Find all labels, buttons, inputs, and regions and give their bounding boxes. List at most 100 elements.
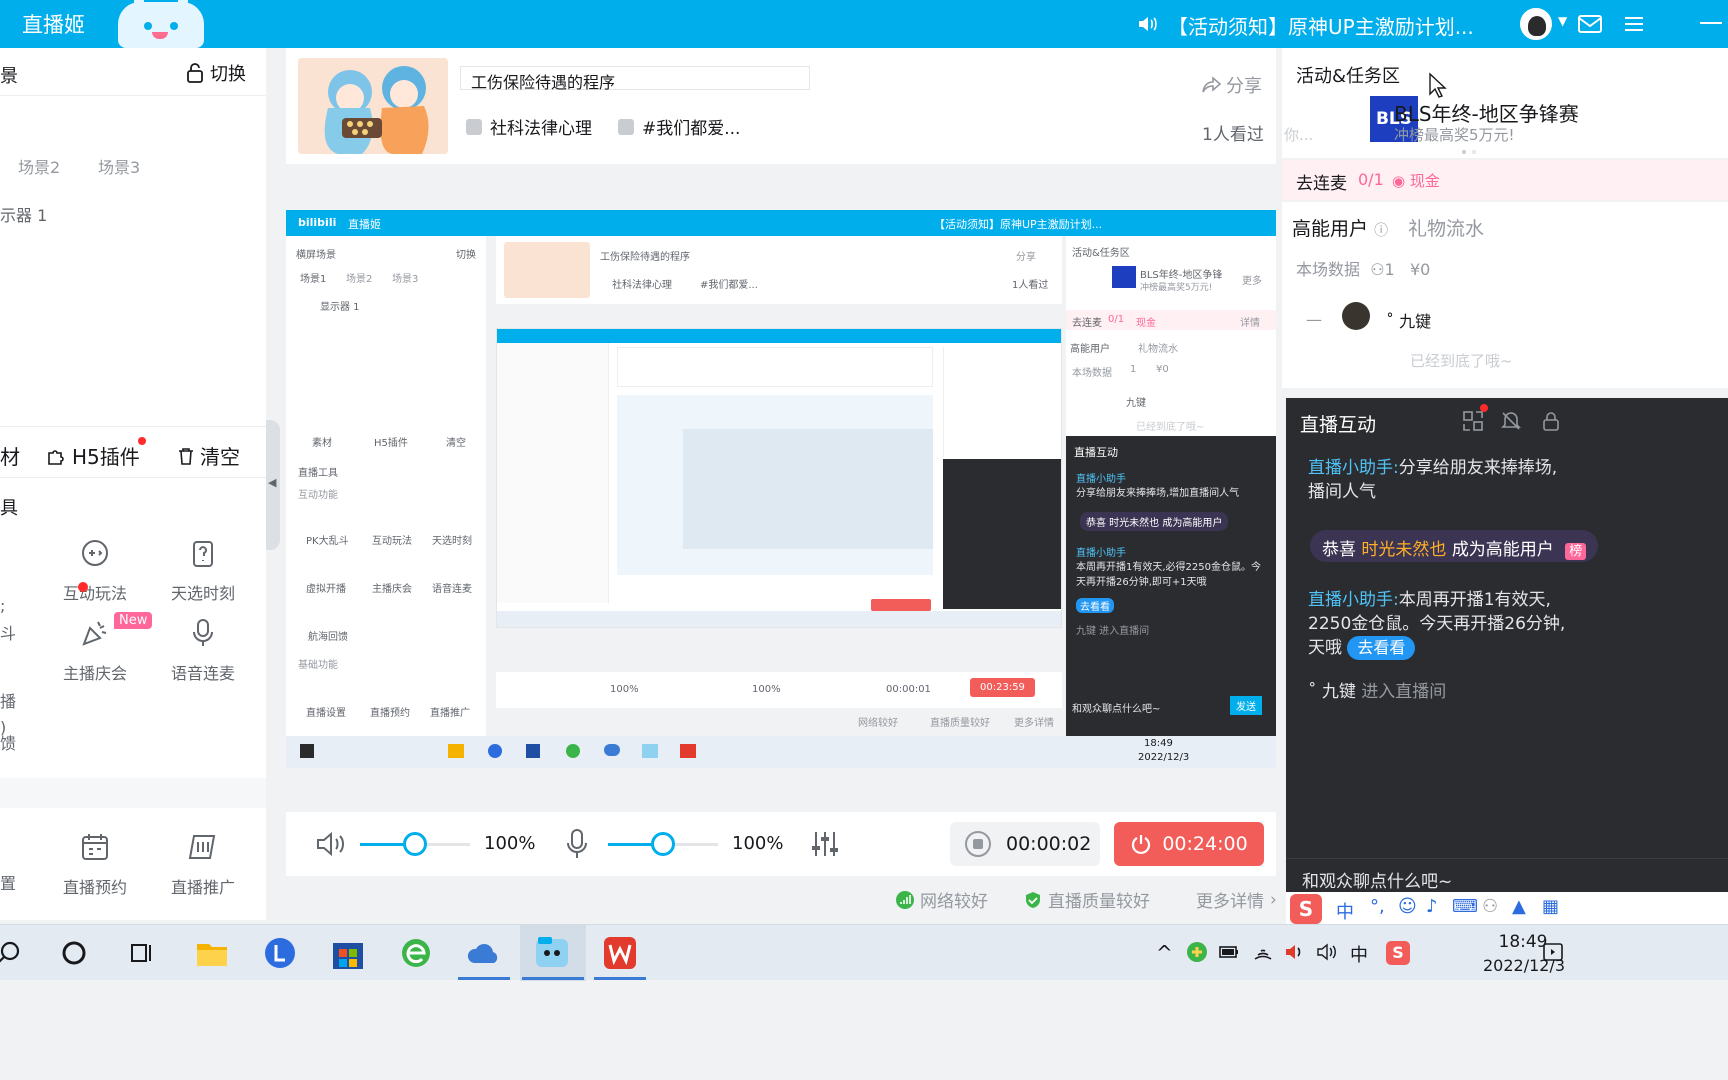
section-divider — [0, 778, 266, 808]
avatar[interactable] — [1520, 8, 1552, 40]
chat-sender[interactable]: 直播小助手: — [1308, 458, 1399, 478]
microphone-icon — [193, 619, 213, 646]
punctuation-icon[interactable]: °, — [1370, 896, 1385, 917]
scene-actions-bar: 材 H5插件 清空 — [0, 426, 266, 478]
mic-volume-value: 100% — [732, 833, 784, 854]
task-view-icon[interactable] — [128, 939, 156, 967]
cover-image[interactable] — [298, 58, 448, 154]
l-app-icon[interactable] — [262, 935, 298, 971]
tab-scene-2[interactable]: 场景2 — [18, 154, 60, 178]
room-title-input[interactable]: 工伤保险待遇的程序 — [460, 66, 810, 92]
battery-icon[interactable] — [1218, 941, 1240, 963]
switch-button[interactable]: 切换 — [186, 60, 246, 86]
toolbox-icon[interactable]: ▦ — [1542, 896, 1559, 917]
record-timer-button[interactable]: 00:00:02 — [950, 822, 1100, 866]
mute-bell-icon[interactable] — [1500, 410, 1522, 432]
congrats-prefix: 恭喜 — [1322, 540, 1356, 560]
chat-input[interactable]: 和观众聊点什么吧~ — [1286, 858, 1728, 894]
tool-lottery[interactable]: 天选时刻 — [158, 536, 248, 604]
cortana-icon[interactable] — [60, 939, 88, 967]
cloud-icon[interactable] — [466, 935, 502, 971]
tab-high-users[interactable]: 高能用户 ⓘ — [1292, 214, 1388, 241]
chevron-up-icon[interactable]: ^ — [1156, 941, 1178, 965]
tool-voice-link[interactable]: 语音连麦 — [158, 616, 248, 684]
preview-mic-count: 0/1 — [1108, 314, 1125, 325]
link-mic-bar[interactable]: 去连麦 0/1 ◉ 现金 — [1282, 160, 1728, 200]
chat-text: 本周再开播1有效天, — [1398, 590, 1551, 610]
preview-more-details: 更多详情 — [1014, 718, 1054, 729]
user-name[interactable]: ˚ 九键 — [1386, 308, 1431, 332]
wifi-icon[interactable] — [1252, 941, 1274, 963]
title-bar: 直播姬 【活动须知】原神UP主激励计划... ▼ — [0, 0, 1728, 48]
chat-sender[interactable]: 直播小助手: — [1308, 590, 1399, 610]
notification-center-icon[interactable] — [1542, 941, 1564, 963]
notice-text[interactable]: 【活动须知】原神UP主激励计划... — [1168, 11, 1474, 40]
keyboard-icon[interactable]: ⌨ — [1452, 896, 1478, 917]
speaker-volume-icon[interactable] — [314, 830, 346, 858]
volume-icon[interactable] — [1284, 941, 1306, 963]
puzzle-icon — [48, 449, 64, 465]
tool-interactive-play[interactable]: 互动玩法 — [50, 536, 140, 604]
chevron-down-icon[interactable]: ▼ — [1558, 14, 1567, 28]
voice-input-icon[interactable]: ♪ — [1426, 896, 1438, 917]
enter-message: ˚ 九键 进入直播间 — [1308, 680, 1728, 704]
h5-plugin-button[interactable]: H5插件 — [46, 441, 140, 470]
live-app-icon[interactable] — [534, 935, 570, 971]
display-source-item[interactable]: 示器 1 — [0, 202, 47, 226]
file-explorer-icon[interactable] — [194, 935, 230, 971]
mic-volume-slider[interactable] — [651, 832, 675, 856]
ime-language[interactable]: 中 — [1336, 898, 1354, 924]
more-details-link[interactable]: 更多详情 › — [1196, 887, 1277, 913]
clear-button[interactable]: 清空 — [178, 441, 240, 470]
share-button[interactable]: 分享 — [1202, 72, 1262, 98]
carousel-dots[interactable] — [1460, 150, 1480, 154]
user-group-icon[interactable]: ⚇ — [1482, 896, 1498, 917]
speaker-volume-slider[interactable] — [403, 832, 427, 856]
materials-button[interactable]: 材 — [0, 441, 20, 470]
link-mic-label: 去连麦 — [1296, 174, 1347, 194]
ie-icon[interactable] — [398, 935, 434, 971]
wps-icon[interactable] — [602, 935, 638, 971]
layout-icon[interactable] — [1462, 410, 1484, 432]
preview-interact-panel: 直播互动 直播小助手 分享给朋友来捧捧场,增加直播间人气 恭喜 时光未然也 成为… — [1066, 436, 1276, 736]
scene-header: 景 切换 — [0, 48, 266, 96]
microphone-icon[interactable] — [566, 828, 588, 860]
tools-title: 具 — [0, 498, 18, 519]
security-tray-icon[interactable] — [1186, 941, 1208, 963]
go-see-button[interactable]: 去看看 — [1347, 636, 1416, 660]
preview-net: 网络较好 — [858, 718, 898, 729]
input-language[interactable]: 中 — [1350, 941, 1372, 966]
minimize-icon[interactable] — [1700, 22, 1722, 24]
avatar[interactable] — [1342, 302, 1370, 330]
voyage-label: 馈 — [0, 734, 17, 753]
pk-tool-fragment[interactable]: ; — [0, 596, 5, 615]
stop-live-button[interactable]: 00:24:00 — [1114, 822, 1264, 866]
mail-icon[interactable] — [1576, 10, 1604, 38]
emoji-icon[interactable]: ☺ — [1398, 896, 1417, 917]
bls-event-name[interactable]: BLS年终-地区争锋赛 — [1394, 98, 1579, 127]
tool-label: 语音连麦 — [170, 664, 235, 683]
tab-gift-flow[interactable]: 礼物流水 — [1408, 214, 1484, 241]
menu-icon[interactable] — [1620, 10, 1648, 38]
rank-badge: 榜 — [1565, 543, 1587, 560]
sogou-tray-icon[interactable]: S — [1386, 941, 1410, 965]
help-icon[interactable]: ⓘ — [1374, 223, 1388, 239]
sogou-ime-icon[interactable]: S — [1290, 894, 1322, 924]
skin-icon[interactable]: ▲ — [1512, 896, 1526, 917]
preview-canvas[interactable]: bilibili 直播姬 【活动须知】原神UP主激励计划... 横屏场景 切换 … — [286, 210, 1276, 768]
quality-status-label: 直播质量较好 — [1048, 892, 1150, 912]
tool-live-promotion[interactable]: 直播推广 — [158, 830, 248, 898]
tool-live-reservation[interactable]: 直播预约 — [50, 830, 140, 898]
speaker-tray-icon[interactable] — [1316, 941, 1338, 963]
topic-tag[interactable]: #我们都爱... — [618, 114, 740, 139]
tab-scene-3[interactable]: 场景3 — [98, 154, 140, 178]
lock-icon[interactable] — [1540, 410, 1562, 432]
preview-vol: 100% — [752, 684, 781, 695]
mixer-icon[interactable] — [810, 828, 840, 860]
search-icon[interactable] — [0, 939, 24, 967]
congrats-user[interactable]: 时光未然也 — [1361, 540, 1446, 560]
store-icon[interactable] — [330, 935, 366, 971]
enter-user[interactable]: ˚ 九键 — [1308, 682, 1356, 702]
collapse-handle[interactable]: ◀ — [266, 420, 280, 550]
category-tag[interactable]: 社科法律心理 — [466, 114, 592, 139]
